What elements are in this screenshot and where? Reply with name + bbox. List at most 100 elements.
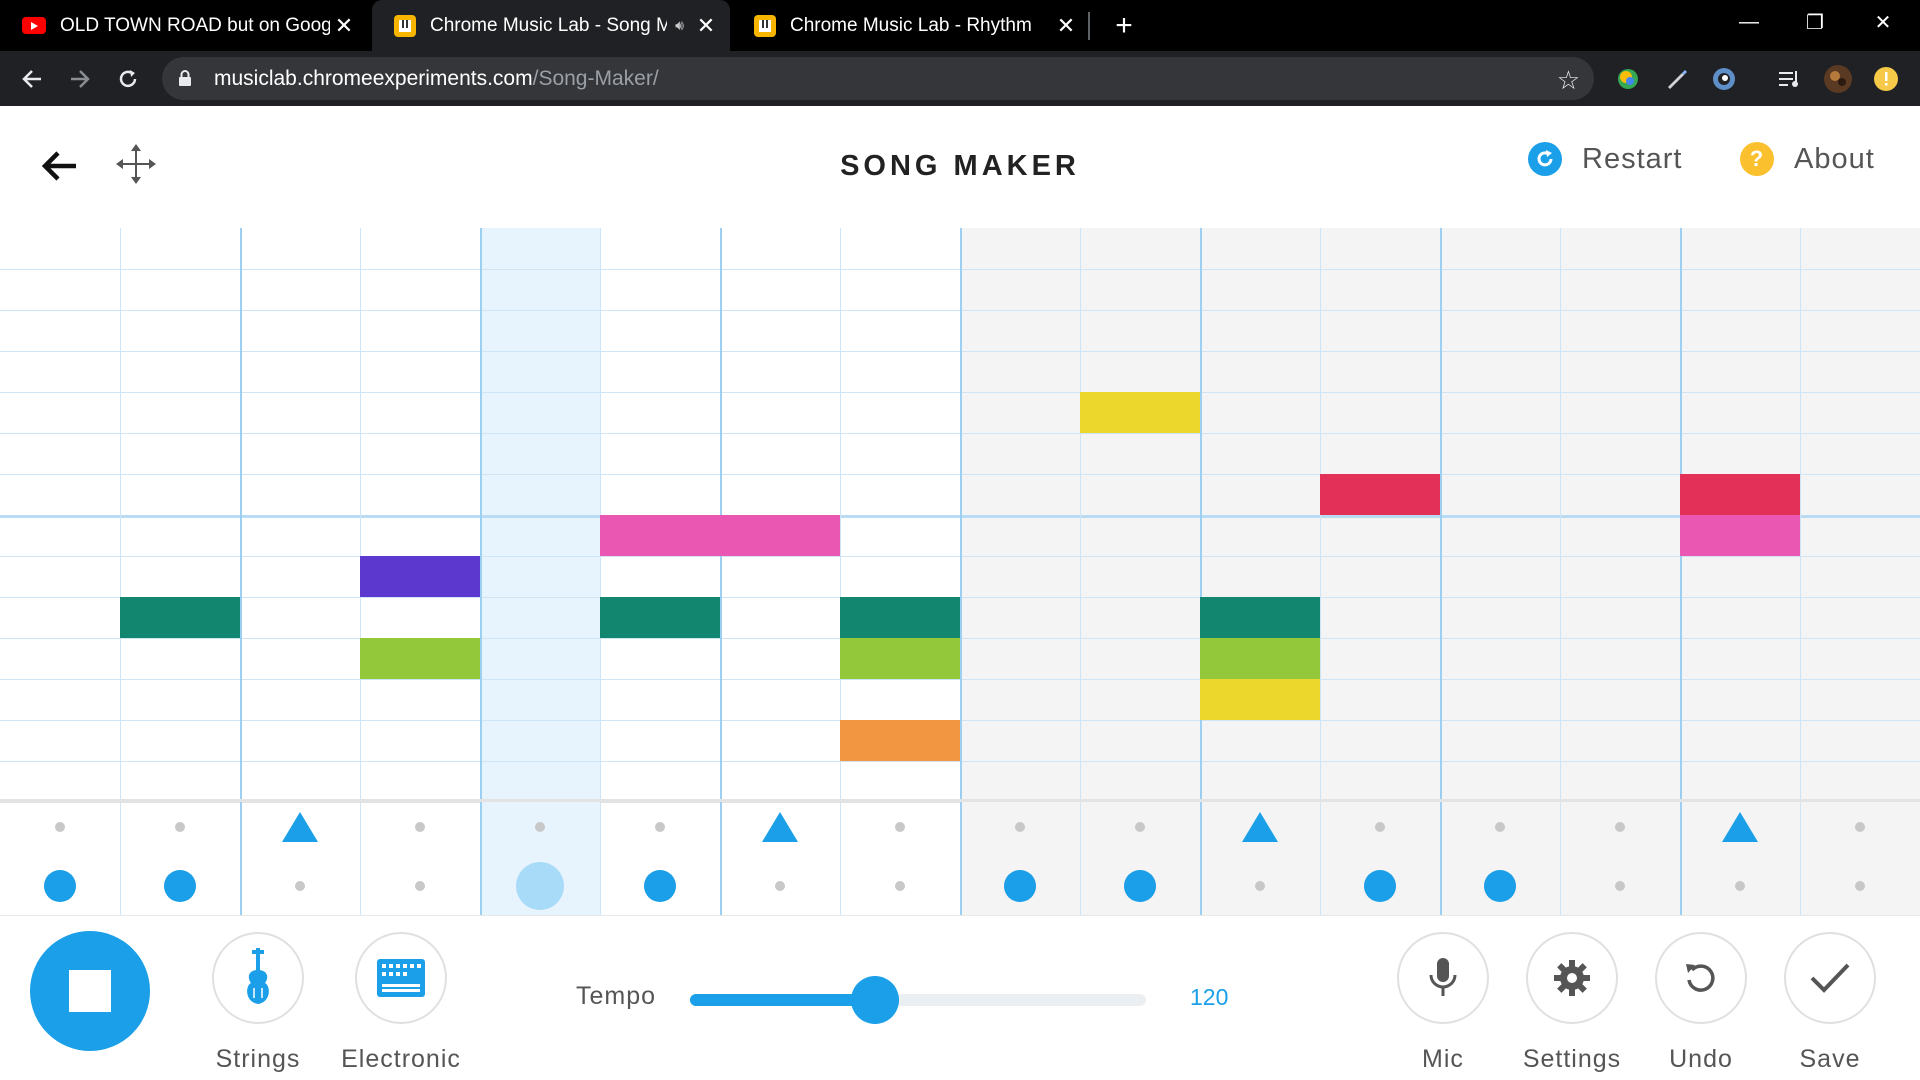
about-button[interactable]: ? About (1740, 142, 1875, 176)
media-queue-icon[interactable] (1774, 63, 1806, 95)
grid-column-line (120, 228, 121, 802)
address-bar[interactable]: musiclab.chromeexperiments.com/Song-Make… (162, 57, 1594, 100)
note-grid[interactable] (0, 228, 1920, 803)
percussion-dot[interactable] (1855, 822, 1865, 832)
settings-button[interactable]: Settings (1523, 932, 1620, 1073)
speaker-icon[interactable]: 🔊︎ (675, 17, 684, 34)
note-block[interactable] (840, 638, 960, 679)
percussion-dot[interactable] (1615, 881, 1625, 891)
url-path: /Song-Maker/ (532, 67, 659, 90)
percussion-dot[interactable] (295, 881, 305, 891)
percussion-circle[interactable] (164, 870, 196, 902)
percussion-circle[interactable] (44, 870, 76, 902)
note-block[interactable] (600, 515, 720, 556)
percussion-circle-active[interactable] (516, 862, 564, 910)
percussion-dot[interactable] (1615, 822, 1625, 832)
profile-avatar[interactable] (1822, 63, 1854, 95)
tab-song-maker[interactable]: Chrome Music Lab - Song Ma 🔊︎ ✕ (372, 0, 730, 51)
note-block[interactable] (1680, 474, 1800, 515)
percussion-triangle[interactable] (762, 812, 798, 842)
note-block[interactable] (600, 597, 720, 638)
stop-button[interactable] (30, 931, 150, 1051)
percussion-circle[interactable] (1364, 870, 1396, 902)
note-block[interactable] (1200, 597, 1320, 638)
mic-ring (1397, 932, 1489, 1024)
tab-rhythm[interactable]: Chrome Music Lab - Rhythm ✕ (732, 0, 1090, 51)
tempo-slider[interactable] (690, 976, 1146, 1024)
extension-circle-icon[interactable] (1708, 63, 1740, 95)
restore-icon[interactable]: ❐ (1782, 0, 1848, 44)
percussion-dot[interactable] (895, 822, 905, 832)
percussion-triangle[interactable] (1242, 812, 1278, 842)
percussion-triangle[interactable] (1722, 812, 1758, 842)
note-block[interactable] (1320, 474, 1440, 515)
percussion-dot[interactable] (175, 822, 185, 832)
forward-icon[interactable] (60, 59, 100, 99)
note-block[interactable] (840, 597, 960, 638)
close-tab-icon[interactable]: ✕ (692, 12, 720, 40)
note-block[interactable] (720, 515, 840, 556)
restart-button[interactable]: Restart (1528, 142, 1682, 176)
music-lab-icon (394, 14, 416, 37)
undo-ring (1655, 932, 1747, 1024)
mic-button[interactable]: Mic (1396, 932, 1490, 1073)
perc-column-line (1080, 802, 1081, 915)
percussion-grid[interactable] (0, 802, 1920, 915)
note-block[interactable] (120, 597, 240, 638)
percussion-dot[interactable] (1255, 881, 1265, 891)
drum-machine-icon (377, 959, 425, 997)
percussion-dot[interactable] (775, 881, 785, 891)
note-block[interactable] (840, 720, 960, 761)
percussion-dot[interactable] (55, 822, 65, 832)
note-block[interactable] (360, 638, 480, 679)
note-block[interactable] (1080, 392, 1200, 433)
percussion-circle[interactable] (1124, 870, 1156, 902)
note-block[interactable] (1200, 679, 1320, 720)
minimize-icon[interactable]: — (1716, 0, 1782, 44)
percussion-dot[interactable] (655, 822, 665, 832)
note-block[interactable] (1200, 638, 1320, 679)
percussion-button[interactable]: Electronic (341, 932, 460, 1073)
percussion-dot[interactable] (535, 822, 545, 832)
tempo-label: Tempo (576, 982, 657, 1010)
grid-column-line (1560, 228, 1561, 802)
extension-pen-icon[interactable] (1660, 63, 1692, 95)
note-block[interactable] (1680, 515, 1800, 556)
note-block[interactable] (360, 556, 480, 597)
percussion-dot[interactable] (1135, 822, 1145, 832)
save-button[interactable]: Save (1783, 932, 1877, 1073)
lock-icon[interactable] (178, 69, 192, 92)
undo-button[interactable]: Undo (1654, 932, 1748, 1073)
percussion-dot[interactable] (895, 881, 905, 891)
reload-icon[interactable] (108, 59, 148, 99)
tempo-slider-thumb[interactable] (850, 976, 899, 1024)
close-tab-icon[interactable]: ✕ (330, 12, 358, 40)
tab-youtube[interactable]: OLD TOWN ROAD but on Google ✕ (0, 0, 368, 51)
bookmark-star-icon[interactable]: ☆ (1557, 65, 1580, 96)
percussion-dot[interactable] (1015, 822, 1025, 832)
new-tab-button[interactable]: + (1106, 8, 1142, 44)
instrument-button[interactable]: Strings (211, 932, 305, 1073)
percussion-dot[interactable] (1375, 822, 1385, 832)
save-ring (1784, 932, 1876, 1024)
percussion-circle[interactable] (1484, 870, 1516, 902)
percussion-circle[interactable] (644, 870, 676, 902)
back-icon[interactable] (12, 59, 52, 99)
url-text: musiclab.chromeexperiments.com/Song-Make… (214, 57, 659, 100)
tab-title: Chrome Music Lab - Song Ma (430, 14, 668, 36)
perc-column-line (1560, 802, 1561, 915)
extension-colorful-icon[interactable] (1612, 63, 1644, 95)
perc-column-line (1320, 802, 1321, 915)
percussion-dot[interactable] (415, 822, 425, 832)
percussion-dot[interactable] (415, 881, 425, 891)
update-alert-icon[interactable] (1870, 63, 1902, 95)
percussion-circle[interactable] (1004, 870, 1036, 902)
percussion-dot[interactable] (1495, 822, 1505, 832)
percussion-triangle[interactable] (282, 812, 318, 842)
close-tab-icon[interactable]: ✕ (1052, 12, 1080, 40)
percussion-dot[interactable] (1735, 881, 1745, 891)
tempo-value: 120 (1190, 984, 1229, 1010)
close-window-icon[interactable]: ✕ (1850, 0, 1916, 44)
grid-column-line (480, 228, 482, 802)
percussion-dot[interactable] (1855, 881, 1865, 891)
